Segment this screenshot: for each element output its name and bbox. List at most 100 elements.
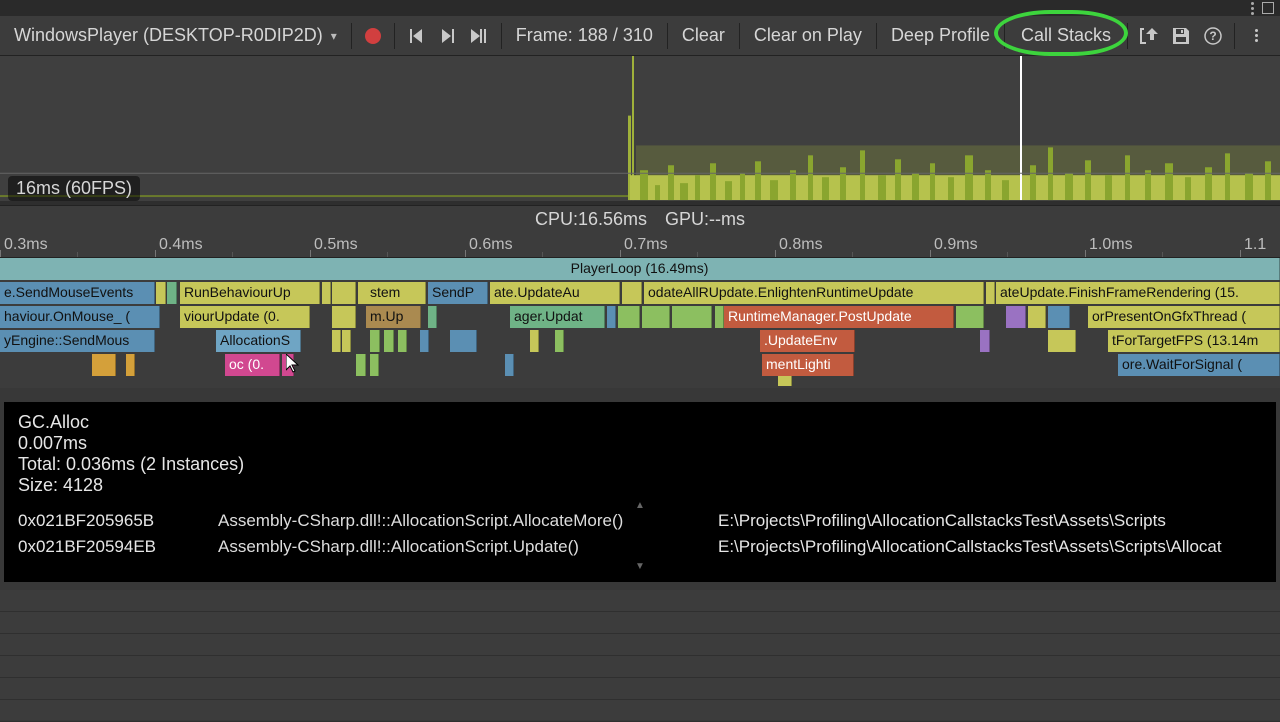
gpu-time: GPU:--ms — [665, 209, 745, 230]
band[interactable] — [356, 354, 366, 376]
clear-button[interactable]: Clear — [674, 21, 733, 50]
band[interactable] — [332, 282, 356, 304]
band[interactable]: ateUpdate.FinishFrameRendering (15. — [996, 282, 1280, 304]
band[interactable] — [468, 330, 477, 352]
band[interactable] — [332, 330, 341, 352]
band[interactable] — [530, 330, 539, 352]
tick: 0.4ms — [155, 232, 203, 257]
tick: 0.8ms — [775, 232, 823, 257]
band[interactable] — [370, 330, 380, 352]
load-icon — [1140, 28, 1158, 44]
band[interactable] — [332, 306, 356, 328]
load-profile-button[interactable] — [1134, 21, 1164, 51]
target-dropdown[interactable]: WindowsPlayer (DESKTOP-R0DIP2D) — [6, 21, 345, 50]
band[interactable]: haviour.OnMouse_ ( — [0, 306, 160, 328]
band[interactable] — [555, 330, 564, 352]
band[interactable] — [322, 282, 331, 304]
cpu-overview-chart[interactable]: 16ms (60FPS) — [0, 56, 1280, 206]
band[interactable]: odateAllRUpdate.EnlightenRuntimeUpdate — [644, 282, 984, 304]
band[interactable] — [956, 306, 984, 328]
band[interactable] — [1028, 306, 1046, 328]
band[interactable]: orPresentOnGfxThread ( — [1088, 306, 1280, 328]
context-menu-button[interactable] — [1241, 21, 1271, 51]
band[interactable] — [618, 306, 640, 328]
band[interactable]: m.Up — [366, 306, 421, 328]
band[interactable] — [342, 330, 351, 352]
tooltip-time: 0.007ms — [18, 433, 1262, 454]
current-frame-button[interactable] — [465, 21, 495, 51]
time-ruler[interactable]: 0.3ms 0.4ms 0.5ms 0.6ms 0.7ms 0.8ms 0.9m… — [0, 232, 1280, 258]
band[interactable] — [980, 330, 990, 352]
skip-end-icon — [471, 29, 489, 43]
tick: 0.3ms — [0, 232, 48, 257]
fps-badge: 16ms (60FPS) — [8, 176, 140, 201]
band[interactable] — [92, 354, 116, 376]
tooltip-size: Size: 4128 — [18, 475, 1262, 496]
band[interactable]: ore.WaitForSignal ( — [1118, 354, 1280, 376]
band[interactable]: .UpdateEnv — [760, 330, 855, 352]
help-button[interactable]: ? — [1198, 21, 1228, 51]
save-icon — [1173, 28, 1189, 44]
band[interactable] — [1048, 306, 1070, 328]
band[interactable] — [420, 330, 429, 352]
band[interactable] — [986, 282, 995, 304]
band[interactable]: RuntimeManager.PostUpdate — [724, 306, 954, 328]
timing-stats: CPU:16.56ms GPU:--ms — [0, 206, 1280, 232]
band[interactable] — [167, 282, 177, 304]
tooltip-total: Total: 0.036ms (2 Instances) — [18, 454, 1262, 475]
tick: 0.6ms — [465, 232, 513, 257]
band[interactable]: e.SendMouseEvents — [0, 282, 155, 304]
band[interactable] — [1048, 330, 1076, 352]
lower-track-grid — [0, 590, 1280, 720]
stack-path: E:\Projects\Profiling\AllocationCallstac… — [718, 537, 1262, 557]
tick: 0.7ms — [620, 232, 668, 257]
call-stacks-toggle[interactable]: Call Stacks — [1011, 21, 1121, 50]
stack-addr: 0x021BF205965B — [18, 511, 198, 531]
save-profile-button[interactable] — [1166, 21, 1196, 51]
next-frame-button[interactable] — [433, 21, 463, 51]
band[interactable] — [398, 330, 407, 352]
band[interactable] — [642, 306, 670, 328]
tick: 1.1 — [1240, 232, 1266, 257]
band[interactable] — [370, 354, 379, 376]
title-bar — [0, 0, 1280, 16]
mouse-cursor-icon — [286, 354, 302, 378]
callstack-table: 0x021BF205965B Assembly-CSharp.dll!::All… — [18, 511, 1262, 557]
svg-text:?: ? — [1209, 29, 1216, 43]
stack-symbol: Assembly-CSharp.dll!::AllocationScript.U… — [218, 537, 698, 557]
record-button[interactable] — [358, 21, 388, 51]
context-menu-icon[interactable] — [1251, 2, 1254, 15]
band[interactable]: ate.UpdateAu — [490, 282, 620, 304]
band[interactable]: RunBehaviourUp — [180, 282, 320, 304]
band[interactable]: stem — [366, 282, 426, 304]
maximize-icon[interactable] — [1262, 2, 1274, 14]
band[interactable] — [428, 306, 437, 328]
band[interactable] — [156, 282, 166, 304]
band[interactable]: ager.Updat — [510, 306, 605, 328]
band[interactable] — [778, 376, 792, 386]
tick: 0.9ms — [930, 232, 978, 257]
band[interactable] — [505, 354, 514, 376]
band[interactable] — [607, 306, 616, 328]
band[interactable]: AllocationS — [216, 330, 301, 352]
band[interactable]: SendP — [428, 282, 488, 304]
band[interactable]: tForTargetFPS (13.14m — [1108, 330, 1280, 352]
band[interactable]: yEngine::SendMous — [0, 330, 155, 352]
band[interactable]: viourUpdate (0. — [180, 306, 310, 328]
band[interactable] — [126, 354, 135, 376]
clear-on-play-toggle[interactable]: Clear on Play — [746, 21, 870, 50]
timeline-bands[interactable]: PlayerLoop (16.49ms) e.SendMouseEvents R… — [0, 258, 1280, 388]
band[interactable] — [384, 330, 394, 352]
band[interactable]: mentLighti — [762, 354, 854, 376]
frame-label: Frame: 188 / 310 — [508, 21, 661, 50]
band[interactable] — [672, 306, 712, 328]
sample-tooltip: GC.Alloc 0.007ms Total: 0.036ms (2 Insta… — [4, 402, 1276, 582]
band[interactable] — [1006, 306, 1026, 328]
band[interactable] — [715, 306, 724, 328]
band-playerloop[interactable]: PlayerLoop (16.49ms) — [0, 258, 1280, 280]
band[interactable] — [622, 282, 642, 304]
prev-frame-button[interactable] — [401, 21, 431, 51]
deep-profile-toggle[interactable]: Deep Profile — [883, 21, 998, 50]
step-forward-icon — [440, 29, 456, 43]
band-gc-alloc[interactable]: oc (0. — [225, 354, 280, 376]
